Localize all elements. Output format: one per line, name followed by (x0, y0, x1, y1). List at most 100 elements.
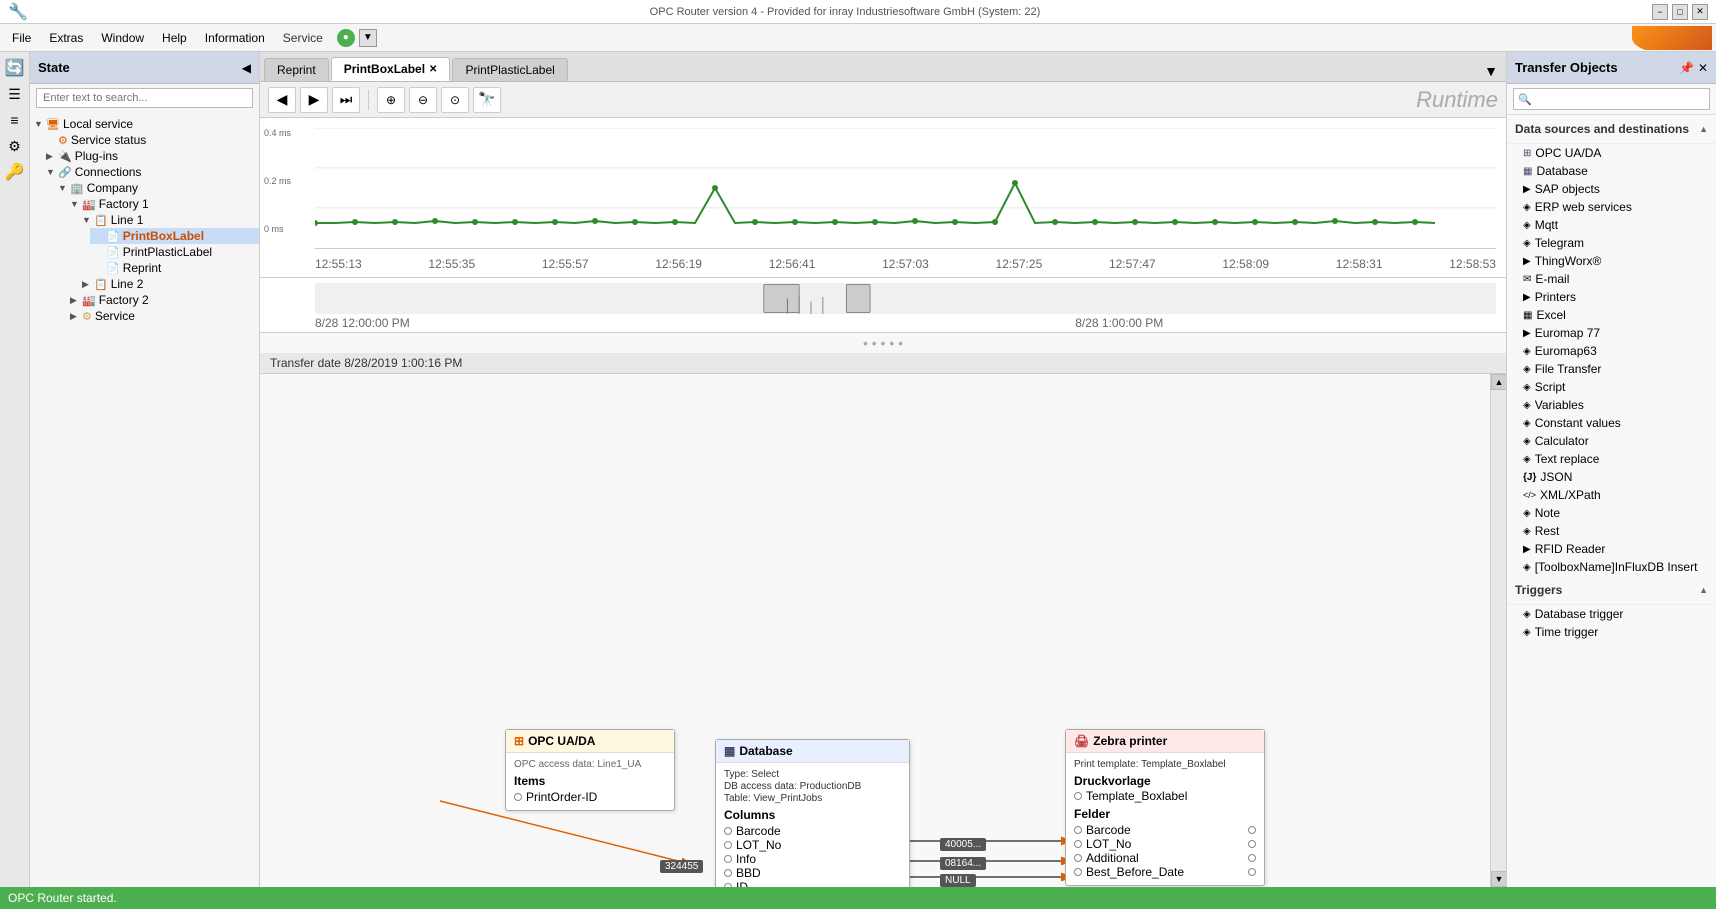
sidebar-search-input[interactable] (36, 88, 253, 108)
opc-title: OPC UA/DA (528, 734, 595, 748)
zebra-bbd-row: Best_Before_Date (1074, 865, 1256, 879)
service-dropdown[interactable]: ▼ (359, 29, 377, 47)
skip-button[interactable]: ⏭ (332, 87, 360, 113)
rp-calculator-item[interactable]: ◈ Calculator (1507, 432, 1716, 450)
tree-service-status[interactable]: ⚙ Service status (42, 132, 259, 148)
db1-columns-label: Columns (724, 808, 901, 822)
window-controls[interactable]: − □ ✕ (1652, 4, 1708, 20)
forward-button[interactable]: ▶ (300, 87, 328, 113)
close-button[interactable]: ✕ (1692, 4, 1708, 20)
rp-printers-item[interactable]: ▶ Printers (1507, 288, 1716, 306)
database1-node[interactable]: ▦ Database Type: Select DB access data: … (715, 739, 910, 887)
minimize-button[interactable]: − (1652, 4, 1668, 20)
menu-extras[interactable]: Extras (41, 28, 91, 48)
rp-opc-item[interactable]: ⊞ OPC UA/DA (1507, 144, 1716, 162)
tool-settings[interactable]: ⚙ (3, 134, 27, 158)
rp-telegram-item[interactable]: ◈ Telegram (1507, 234, 1716, 252)
tool-key[interactable]: 🔑 (3, 160, 27, 184)
tree-connections[interactable]: ▼ 🔗 Connections (42, 164, 259, 180)
search-diagram-button[interactable]: 🔭 (473, 87, 501, 113)
tree-service[interactable]: ▶ ⚙ Service (66, 308, 259, 324)
rp-time-trigger-item[interactable]: ◈ Time trigger (1507, 623, 1716, 641)
rp-euromap77-item[interactable]: ▶ Euromap 77 (1507, 324, 1716, 342)
opc-node[interactable]: ⊞ OPC UA/DA OPC access data: Line1_UA It… (505, 729, 675, 811)
tree-plugins[interactable]: ▶ 🔌 Plug-ins (42, 148, 259, 164)
tree-company[interactable]: ▼ 🏢 Company (54, 180, 259, 196)
rp-euromap63-item[interactable]: ◈ Euromap63 (1507, 342, 1716, 360)
rp-database-item[interactable]: ▦ Database (1507, 162, 1716, 180)
printboxlabel-icon: 📄 (106, 230, 120, 243)
rp-xml-label: XML/XPath (1540, 488, 1601, 502)
tool-nav[interactable]: ☰ (3, 82, 27, 106)
status-bar: OPC Router started. (0, 887, 1716, 909)
zebra-additional-port (1074, 854, 1082, 862)
rp-xml-item[interactable]: </> XML/XPath (1507, 486, 1716, 504)
chart-x-7: 12:57:25 (996, 257, 1043, 271)
sidebar-collapse-button[interactable]: ◀ (242, 61, 251, 75)
data-sources-header[interactable]: Data sources and destinations ▲ (1515, 119, 1708, 139)
tree-line2[interactable]: ▶ 📋 Line 2 (78, 276, 259, 292)
db1-col-bbd: BBD (724, 866, 901, 880)
mini-x-1: 8/28 12:00:00 PM (315, 316, 410, 330)
rp-filetransfer-item[interactable]: ◈ File Transfer (1507, 360, 1716, 378)
menu-information[interactable]: Information (197, 28, 273, 48)
chart-x-5: 12:56:41 (769, 257, 816, 271)
tab-dropdown-button[interactable]: ▼ (1480, 61, 1502, 81)
rp-email-icon: ✉ (1523, 274, 1531, 285)
diagram-scrollbar: ▲ ▼ (1490, 374, 1506, 887)
right-panel-search-input[interactable] (1532, 91, 1705, 107)
tree-local-service[interactable]: ▼ 🖥 Local service (30, 116, 259, 132)
rp-json-item[interactable]: {J} JSON (1507, 468, 1716, 486)
tree-printboxlabel[interactable]: 📄 PrintBoxLabel (90, 228, 259, 244)
expand-dots[interactable]: • • • • • (260, 333, 1506, 353)
rp-rest-item[interactable]: ◈ Rest (1507, 522, 1716, 540)
tab-printplasticlabel[interactable]: PrintPlasticLabel (452, 58, 567, 81)
rp-excel-item[interactable]: ▦ Excel (1507, 306, 1716, 324)
restore-button[interactable]: □ (1672, 4, 1688, 20)
rp-sap-item[interactable]: ▶ SAP objects (1507, 180, 1716, 198)
rp-rfid-item[interactable]: ▶ RFID Reader (1507, 540, 1716, 558)
tree-factory2[interactable]: ▶ 🏭 Factory 2 (66, 292, 259, 308)
db1-header: ▦ Database (716, 740, 909, 763)
right-panel-pin-button[interactable]: 📌 (1679, 61, 1694, 75)
rp-script-item[interactable]: ◈ Script (1507, 378, 1716, 396)
tree-line1[interactable]: ▼ 📋 Line 1 (78, 212, 259, 228)
menu-file[interactable]: File (4, 28, 39, 48)
tool-refresh[interactable]: 🔄 (3, 56, 27, 80)
menu-window[interactable]: Window (93, 28, 152, 48)
rp-mqtt-item[interactable]: ◈ Mqtt (1507, 216, 1716, 234)
tree-printplasticlabel[interactable]: 📄 PrintPlasticLabel (90, 244, 259, 260)
rp-note-item[interactable]: ◈ Note (1507, 504, 1716, 522)
zoom-fit-button[interactable]: ⊙ (441, 87, 469, 113)
right-panel-close-button[interactable]: ✕ (1698, 61, 1708, 75)
rp-variables-item[interactable]: ◈ Variables (1507, 396, 1716, 414)
zoom-out-button[interactable]: ⊖ (409, 87, 437, 113)
rp-rfid-label: RFID Reader (1535, 542, 1606, 556)
rp-thingworx-item[interactable]: ▶ ThingWorx® (1507, 252, 1716, 270)
rp-db-trigger-item[interactable]: ◈ Database trigger (1507, 605, 1716, 623)
tool-list[interactable]: ≡ (3, 108, 27, 132)
diagram-area[interactable]: ⊞ OPC UA/DA OPC access data: Line1_UA It… (260, 374, 1490, 887)
zebra-lot: LOT_No (1086, 837, 1131, 851)
rp-erp-item[interactable]: ◈ ERP web services (1507, 198, 1716, 216)
rp-email-item[interactable]: ✉ E-mail (1507, 270, 1716, 288)
zebra-node[interactable]: 🖨 Zebra printer Print template: Template… (1065, 729, 1265, 886)
zebra-bbd: Best_Before_Date (1086, 865, 1184, 879)
scroll-down-button[interactable]: ▼ (1491, 871, 1506, 887)
rp-influx-item[interactable]: ◈ [ToolboxName]InFluxDB Insert (1507, 558, 1716, 576)
rp-constant-item[interactable]: ◈ Constant values (1507, 414, 1716, 432)
tab-printboxlabel-close[interactable]: ✕ (429, 64, 437, 75)
zoom-in-button[interactable]: ⊕ (377, 87, 405, 113)
rp-euromap77-expand-icon: ▶ (1523, 328, 1531, 339)
scroll-up-button[interactable]: ▲ (1491, 374, 1506, 390)
menu-help[interactable]: Help (154, 28, 195, 48)
tab-reprint[interactable]: Reprint (264, 58, 329, 81)
tab-printboxlabel[interactable]: PrintBoxLabel ✕ (331, 57, 451, 81)
tree-reprint[interactable]: 📄 Reprint (90, 260, 259, 276)
triggers-header[interactable]: Triggers ▲ (1515, 580, 1708, 600)
rp-script-icon: ◈ (1523, 382, 1531, 393)
back-button[interactable]: ◀ (268, 87, 296, 113)
tree-factory1[interactable]: ▼ 🏭 Factory 1 (66, 196, 259, 212)
menu-service[interactable]: Service (275, 28, 331, 48)
rp-textreplace-item[interactable]: ◈ Text replace (1507, 450, 1716, 468)
